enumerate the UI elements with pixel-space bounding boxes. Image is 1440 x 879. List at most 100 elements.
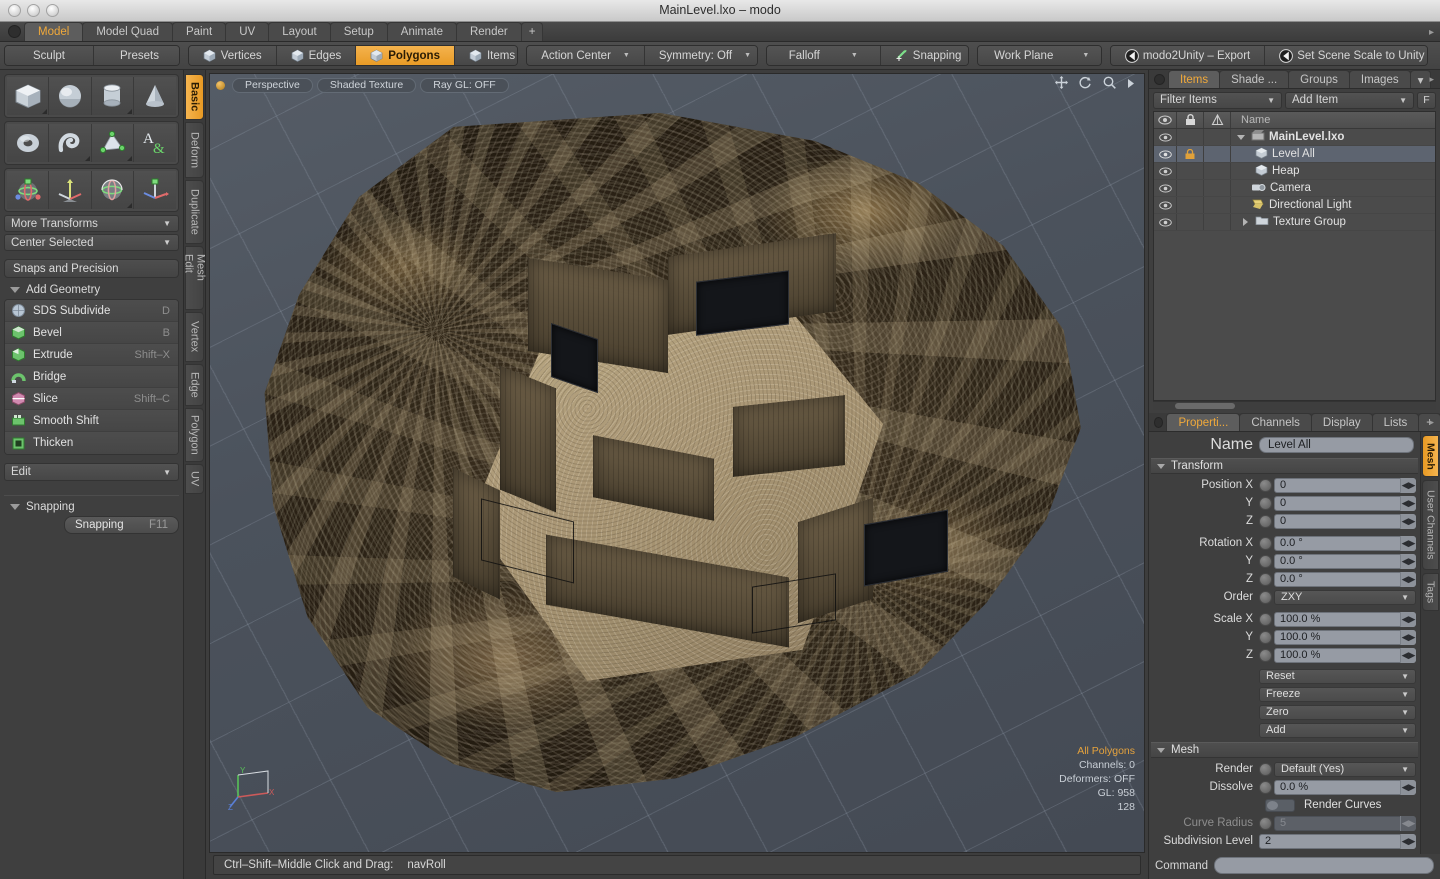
tab-items[interactable]: Items bbox=[1168, 70, 1221, 89]
layout-overflow-arrow-icon[interactable]: ▸ bbox=[1429, 27, 1434, 38]
work-plane-button[interactable]: Work Plane ▼ bbox=[978, 46, 1101, 65]
lock-toggle[interactable] bbox=[1177, 163, 1204, 180]
vtab-duplicate[interactable]: Duplicate bbox=[185, 180, 204, 244]
polygons-mode-button[interactable]: Polygons bbox=[356, 46, 455, 65]
shade-toggle[interactable] bbox=[1204, 129, 1231, 146]
rvtab-tags[interactable]: Tags bbox=[1422, 573, 1439, 612]
tab-display[interactable]: Display bbox=[1310, 413, 1373, 432]
shade-toggle[interactable] bbox=[1204, 146, 1231, 163]
filter-f-button[interactable]: F bbox=[1417, 91, 1436, 109]
channel-knob[interactable] bbox=[1259, 496, 1272, 510]
tab-groups[interactable]: Groups bbox=[1288, 70, 1350, 89]
lock-toggle[interactable] bbox=[1177, 214, 1204, 231]
center-selected-dropdown[interactable]: Center Selected ▼ bbox=[4, 234, 179, 251]
spiral-primitive-icon[interactable] bbox=[49, 124, 92, 162]
vtab-deform[interactable]: Deform bbox=[185, 122, 204, 178]
table-row[interactable]: Directional Light bbox=[1154, 197, 1435, 215]
visibility-toggle[interactable] bbox=[1154, 129, 1177, 146]
move-tool-icon[interactable] bbox=[7, 171, 50, 209]
vtab-vertex[interactable]: Vertex bbox=[185, 312, 204, 362]
visibility-toggle[interactable] bbox=[1154, 214, 1177, 231]
shade-toggle[interactable] bbox=[1204, 163, 1231, 180]
sculpt-button[interactable]: Sculpt bbox=[5, 46, 94, 65]
channel-knob[interactable] bbox=[1259, 762, 1272, 776]
add-dropdown[interactable]: Add ▼ bbox=[1259, 722, 1416, 738]
channel-knob[interactable] bbox=[1259, 478, 1272, 492]
reset-dropdown[interactable]: Reset ▼ bbox=[1259, 668, 1416, 684]
item-name-cell[interactable]: Texture Group bbox=[1231, 215, 1435, 229]
transform-tool-icon[interactable] bbox=[133, 171, 176, 209]
add-geometry-header[interactable]: Add Geometry bbox=[4, 282, 179, 299]
3d-viewport[interactable]: Perspective Shaded Texture Ray GL: OFF A… bbox=[209, 73, 1145, 853]
rvtab-mesh[interactable]: Mesh bbox=[1422, 435, 1439, 478]
properties-menu-dot-icon[interactable] bbox=[1154, 417, 1164, 429]
zero-dropdown[interactable]: Zero ▼ bbox=[1259, 704, 1416, 720]
position-y-input[interactable]: 0 ◀▶ bbox=[1274, 495, 1416, 511]
add-item-dropdown[interactable]: Add Item ▼ bbox=[1285, 91, 1414, 109]
snapping-header[interactable]: Snapping bbox=[4, 499, 179, 516]
items-menu-dot-icon[interactable] bbox=[1154, 74, 1165, 86]
channel-knob[interactable] bbox=[1259, 514, 1272, 528]
panel-overflow-arrow-icon[interactable]: ▸ bbox=[1429, 74, 1434, 85]
transform-section-header[interactable]: Transform bbox=[1151, 458, 1418, 475]
scale-y-input[interactable]: 100.0 % ◀▶ bbox=[1274, 629, 1416, 645]
vtab-uv[interactable]: UV bbox=[185, 464, 204, 494]
cylinder-primitive-icon[interactable] bbox=[91, 77, 134, 115]
torus-primitive-icon[interactable] bbox=[7, 124, 50, 162]
mesh-section-header[interactable]: Mesh bbox=[1151, 742, 1418, 759]
command-input[interactable] bbox=[1214, 857, 1434, 875]
viewport-menu-dot-icon[interactable] bbox=[216, 80, 225, 90]
geometry-item-bridge[interactable]: Bridge bbox=[5, 366, 178, 388]
rvtab-user-channels[interactable]: User Channels bbox=[1422, 480, 1439, 571]
snapping-toggle-button[interactable]: Snapping F11 bbox=[64, 516, 179, 534]
layout-menu-dot[interactable] bbox=[8, 25, 21, 38]
expander-down-icon[interactable] bbox=[1235, 134, 1247, 140]
spinner-icon[interactable]: ◀▶ bbox=[1400, 833, 1416, 849]
more-options-corner-icon[interactable] bbox=[42, 109, 48, 114]
spinner-icon[interactable]: ◀▶ bbox=[1400, 495, 1416, 511]
expander-right-icon[interactable] bbox=[1239, 218, 1251, 227]
rotation-x-input[interactable]: 0.0 ° ◀▶ bbox=[1274, 535, 1416, 551]
visibility-toggle[interactable] bbox=[1154, 180, 1177, 197]
geometry-item-thicken[interactable]: Thicken bbox=[5, 432, 178, 454]
lock-toggle[interactable] bbox=[1177, 197, 1204, 214]
snaps-and-precision-button[interactable]: Snaps and Precision bbox=[4, 259, 179, 278]
name-field[interactable]: Level All bbox=[1259, 437, 1414, 454]
edges-mode-button[interactable]: Edges bbox=[276, 46, 357, 65]
vtab-edge[interactable]: Edge bbox=[185, 364, 204, 406]
falloff-button[interactable]: Falloff ▼ bbox=[766, 46, 881, 65]
spinner-icon[interactable]: ◀▶ bbox=[1400, 535, 1416, 551]
pan-icon[interactable] bbox=[1055, 76, 1068, 94]
tab-lists[interactable]: Lists bbox=[1371, 413, 1420, 432]
geometry-item-smooth-shift[interactable]: Smooth Shift bbox=[5, 410, 178, 432]
shade-toggle[interactable] bbox=[1204, 214, 1231, 231]
sphere-primitive-icon[interactable] bbox=[49, 77, 92, 115]
spinner-icon[interactable]: ◀▶ bbox=[1400, 779, 1416, 795]
channel-knob[interactable] bbox=[1259, 554, 1272, 568]
tab-layout[interactable]: Layout bbox=[268, 22, 331, 41]
table-row[interactable]: Camera bbox=[1154, 180, 1435, 198]
tab-shading[interactable]: Shade ... bbox=[1219, 70, 1290, 89]
visibility-toggle[interactable] bbox=[1154, 146, 1177, 163]
items-mode-button[interactable]: Items bbox=[454, 46, 518, 65]
tab-setup[interactable]: Setup bbox=[329, 22, 388, 41]
channel-knob[interactable] bbox=[1259, 780, 1272, 794]
visibility-toggle[interactable] bbox=[1154, 197, 1177, 214]
tab-model-quad[interactable]: Model Quad bbox=[82, 22, 173, 41]
rotation-y-input[interactable]: 0.0 ° ◀▶ bbox=[1274, 553, 1416, 569]
spinner-icon[interactable]: ◀▶ bbox=[1400, 647, 1416, 663]
freeze-dropdown[interactable]: Freeze ▼ bbox=[1259, 686, 1416, 702]
more-options-corner-icon[interactable] bbox=[126, 156, 132, 161]
vertices-mode-button[interactable]: Vertices bbox=[188, 46, 277, 65]
tab-render[interactable]: Render bbox=[455, 22, 522, 41]
rotate-icon[interactable] bbox=[1079, 76, 1092, 94]
channel-knob[interactable] bbox=[1259, 648, 1272, 662]
item-name-cell[interactable]: Directional Light bbox=[1231, 198, 1435, 213]
spinner-icon[interactable]: ◀▶ bbox=[1400, 553, 1416, 569]
vtab-polygon[interactable]: Polygon bbox=[185, 408, 204, 462]
table-row[interactable]: Heap bbox=[1154, 163, 1435, 181]
lock-toggle[interactable] bbox=[1177, 129, 1204, 146]
tab-uv[interactable]: UV bbox=[225, 22, 270, 41]
viewport-shading-button[interactable]: Shaded Texture bbox=[316, 77, 417, 93]
symmetry-button[interactable]: Symmetry: Off ▼ bbox=[644, 46, 757, 65]
